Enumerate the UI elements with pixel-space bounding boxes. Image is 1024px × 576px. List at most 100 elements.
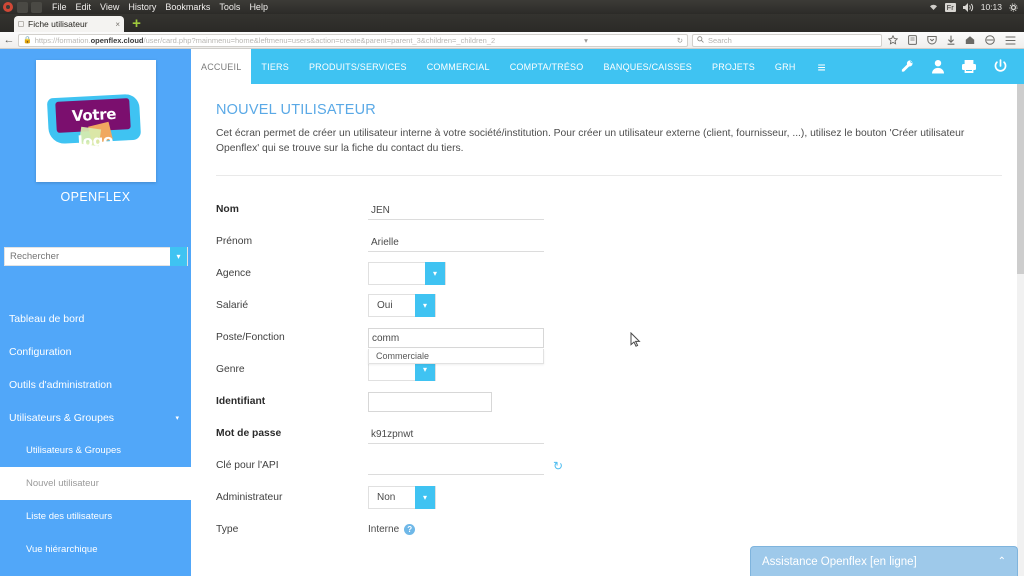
nav-tab-projets[interactable]: PROJETS	[702, 49, 765, 84]
nav-label: GRH	[774, 61, 796, 72]
menu-tools[interactable]: Tools	[219, 2, 240, 12]
search-input[interactable]	[5, 251, 170, 262]
hamburger-menu-icon[interactable]	[1005, 35, 1016, 45]
field-label-administrateur: Administrateur	[216, 492, 283, 504]
browser-navbar: ← 🔒 https://formation. openflex.cloud /u…	[0, 32, 1024, 49]
nav-tab-commercial[interactable]: COMMERCIAL	[417, 49, 500, 84]
ubuntu-logo-icon[interactable]	[1, 1, 14, 14]
nav-label: ACCUEIL	[201, 61, 242, 72]
nav-tab-banques-caisses[interactable]: BANQUES/CAISSES	[593, 49, 702, 84]
new-tab-button[interactable]: +	[130, 16, 143, 31]
sidebar-search[interactable]: ▾	[4, 247, 188, 266]
mouse-cursor-icon	[630, 331, 641, 352]
divider	[216, 174, 1002, 176]
volume-icon[interactable]	[962, 2, 974, 12]
form-row-administrateur: Administrateur Non ▾	[216, 482, 1002, 514]
user-icon[interactable]	[931, 59, 945, 74]
nav-tab-accueil[interactable]: ACCUEIL	[191, 49, 252, 84]
printer-icon[interactable]	[961, 59, 977, 74]
chevron-down-icon[interactable]: ▾	[415, 486, 435, 510]
menu-file[interactable]: File	[52, 2, 67, 12]
home-icon[interactable]	[965, 35, 975, 45]
window-control-icon-2[interactable]	[31, 1, 42, 13]
download-icon[interactable]	[947, 35, 955, 45]
search-icon	[697, 35, 704, 45]
sidebar-subitem-nouvel-utilisateur[interactable]: Nouvel utilisateur	[0, 467, 191, 500]
tab-favicon	[18, 21, 24, 27]
application-viewport: Votre logo OPENFLEX ▾ Tableau de bord Co…	[0, 49, 1024, 576]
keyboard-layout-indicator[interactable]: Fr	[944, 2, 956, 12]
account-icon[interactable]	[985, 35, 995, 45]
nav-tab-grh[interactable]: GRH	[765, 49, 806, 84]
form-row-prenom: Prénom	[216, 226, 1002, 258]
power-icon[interactable]	[993, 59, 1008, 74]
help-icon[interactable]: ?	[404, 524, 416, 536]
window-control-icon[interactable]	[17, 1, 28, 13]
chevron-up-icon[interactable]: ⌃	[998, 556, 1006, 567]
pocket-icon[interactable]	[927, 35, 937, 45]
sidebar-subitem-utilisateurs-groupes[interactable]: Utilisateurs & Groupes	[0, 434, 191, 467]
system-tray: Fr 10:13	[929, 2, 1018, 12]
cle-api-input[interactable]	[368, 456, 544, 476]
poste-fonction-input[interactable]	[368, 328, 544, 349]
salarie-value: Oui	[377, 300, 393, 312]
menu-view[interactable]: View	[100, 2, 119, 12]
refresh-icon[interactable]: ↻	[553, 459, 563, 473]
sidebar-item-tableau-de-bord[interactable]: Tableau de bord	[0, 302, 191, 335]
form-row-type: Type Interne ?	[216, 514, 1002, 546]
nav-tab-tiers[interactable]: TIERS	[251, 49, 299, 84]
page-scrollbar[interactable]	[1017, 84, 1024, 576]
nav-tab-produits-services[interactable]: PRODUITS/SERVICES	[299, 49, 417, 84]
browser-tab[interactable]: Fiche utilisateur ×	[14, 16, 124, 32]
menu-help[interactable]: Help	[249, 2, 268, 12]
scrollbar-thumb[interactable]	[1017, 84, 1024, 274]
screen: File Edit View History Bookmarks Tools H…	[0, 0, 1024, 576]
browser-search-box[interactable]: Search	[692, 33, 882, 47]
salarie-select[interactable]: Oui ▾	[368, 294, 436, 318]
autocomplete-suggestion[interactable]: Commerciale	[368, 348, 544, 364]
identifiant-input[interactable]	[368, 392, 492, 413]
gear-icon[interactable]	[1009, 2, 1018, 12]
back-button[interactable]: ←	[0, 34, 18, 46]
tools-icon[interactable]	[900, 59, 915, 74]
support-chat-widget[interactable]: Assistance Openflex [en ligne] ⌃	[750, 546, 1018, 576]
menu-history[interactable]: History	[128, 2, 156, 12]
agence-select[interactable]: ▾	[368, 262, 446, 286]
address-bar[interactable]: 🔒 https://formation. openflex.cloud /use…	[18, 33, 688, 47]
reload-icon[interactable]: ↻	[671, 36, 683, 45]
sidebar-item-utilisateurs-groupes[interactable]: Utilisateurs & Groupes ▾	[0, 401, 191, 434]
administrateur-select[interactable]: Non ▾	[368, 486, 436, 510]
wifi-icon[interactable]	[929, 3, 938, 11]
content-area: ACCUEIL TIERS PRODUITS/SERVICES COMMERCI…	[191, 49, 1024, 576]
sidebar-item-label: Outils d'administration	[9, 378, 112, 391]
tab-close-icon[interactable]: ×	[115, 20, 120, 29]
chevron-down-icon[interactable]: ▾	[170, 247, 187, 266]
nav-label: COMPTA/TRÉSO	[509, 61, 584, 72]
nom-input[interactable]	[368, 201, 544, 221]
nav-hamburger-icon[interactable]: ≡	[806, 49, 838, 84]
page-description: Cet écran permet de créer un utilisateur…	[216, 128, 965, 154]
clock[interactable]: 10:13	[981, 2, 1002, 12]
chevron-down-icon[interactable]: ▾	[578, 36, 588, 45]
mot-de-passe-input[interactable]	[368, 425, 544, 445]
sidebar-item-configuration[interactable]: Configuration	[0, 335, 191, 368]
nav-label: COMMERCIAL	[426, 61, 490, 72]
reader-mode-icon[interactable]	[908, 35, 917, 45]
menu-bookmarks[interactable]: Bookmarks	[165, 2, 210, 12]
menu-edit[interactable]: Edit	[76, 2, 92, 12]
chevron-down-icon[interactable]: ▾	[425, 262, 445, 286]
chat-label: Assistance Openflex [en ligne]	[762, 555, 917, 568]
nav-label: PROJETS	[712, 61, 755, 72]
sidebar-subitem-nouveau-groupe[interactable]: Nouveau groupe	[0, 566, 191, 576]
bookmark-star-icon[interactable]	[888, 35, 898, 45]
os-top-panel: File Edit View History Bookmarks Tools H…	[0, 0, 1024, 14]
prenom-input[interactable]	[368, 233, 544, 253]
browser-toolbar-icons	[888, 35, 1016, 45]
field-label-identifiant: Identifiant	[216, 396, 266, 408]
sidebar-subitem-vue-hierarchique[interactable]: Vue hiérarchique	[0, 533, 191, 566]
sidebar-item-outils-administration[interactable]: Outils d'administration	[0, 368, 191, 401]
form-row-genre: Genre ▾	[216, 354, 1002, 386]
chevron-down-icon[interactable]: ▾	[415, 294, 435, 318]
nav-tab-compta-treso[interactable]: COMPTA/TRÉSO	[500, 49, 594, 84]
sidebar-subitem-liste-des-utilisateurs[interactable]: Liste des utilisateurs	[0, 500, 191, 533]
